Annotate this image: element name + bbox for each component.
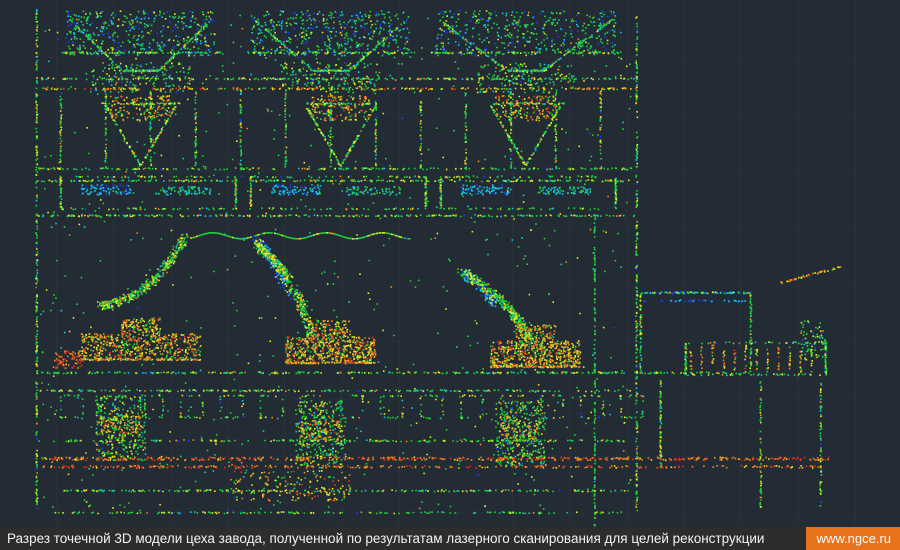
- points-orange: [35, 11, 842, 515]
- site-link-badge[interactable]: www.ngce.ru: [805, 527, 900, 550]
- points-green: [35, 10, 835, 527]
- points-yellow: [35, 10, 840, 515]
- points-red: [42, 87, 830, 502]
- screenshot-frame: Разрез точечной 3D модели цеха завода, п…: [0, 0, 900, 550]
- point-cloud-scan: [0, 0, 900, 527]
- caption-text: Разрез точечной 3D модели цеха завода, п…: [7, 531, 765, 546]
- points-cyan: [35, 9, 827, 515]
- caption-bar: Разрез точечной 3D модели цеха завода, п…: [0, 527, 900, 550]
- point-cloud-points: [35, 9, 842, 527]
